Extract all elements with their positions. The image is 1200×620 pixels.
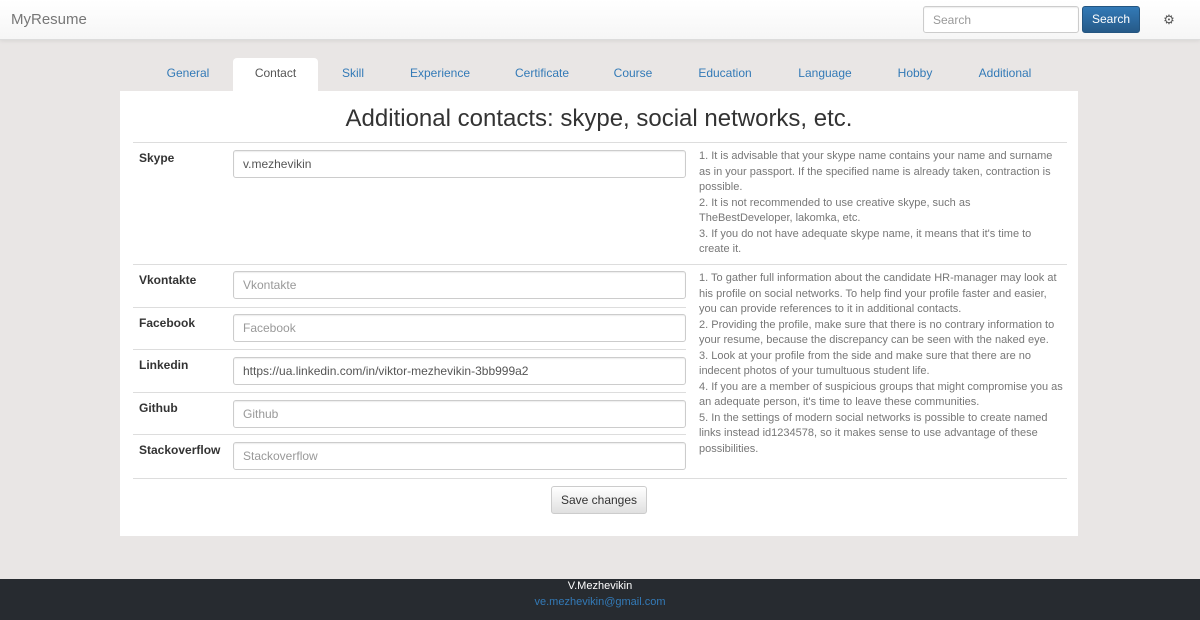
stackoverflow-label: Stackoverflow — [139, 443, 221, 457]
linkedin-field[interactable] — [233, 357, 686, 385]
tab-certificate[interactable]: Certificate — [497, 58, 587, 91]
vkontakte-field[interactable] — [233, 271, 686, 299]
divider — [133, 434, 686, 435]
gear-icon[interactable]: ⚙ — [1160, 11, 1178, 29]
save-changes-button[interactable]: Save changes — [551, 486, 647, 514]
skype-label: Skype — [139, 151, 175, 165]
search-button[interactable]: Search — [1082, 6, 1140, 33]
tab-additional[interactable]: Additional — [960, 58, 1050, 91]
tab-experience[interactable]: Experience — [395, 58, 485, 91]
divider — [133, 264, 1067, 265]
footer: V.Mezhevikin ve.mezhevikin@gmail.com — [0, 579, 1200, 620]
facebook-field[interactable] — [233, 314, 686, 342]
tab-language[interactable]: Language — [780, 58, 870, 91]
github-label: Github — [139, 401, 178, 415]
search-input[interactable] — [923, 6, 1079, 33]
contact-form-panel: Additional contacts: skype, social netwo… — [120, 91, 1078, 536]
footer-author-name: V.Mezhevikin — [567, 580, 633, 592]
tab-skill[interactable]: Skill — [323, 58, 383, 91]
divider — [133, 307, 686, 308]
skype-field[interactable] — [233, 150, 686, 178]
navbar: MyResume Search ⚙ — [0, 0, 1200, 40]
facebook-label: Facebook — [139, 316, 196, 330]
linkedin-label: Linkedin — [139, 358, 189, 372]
tab-bar: General Contact Skill Experience Certifi… — [120, 58, 1078, 91]
github-field[interactable] — [233, 400, 686, 428]
page-title: Additional contacts: skype, social netwo… — [345, 105, 853, 132]
footer-email-link[interactable]: ve.mezhevikin@gmail.com — [0, 596, 1200, 608]
vkontakte-label: Vkontakte — [139, 273, 197, 287]
divider — [133, 478, 1067, 479]
tab-course[interactable]: Course — [598, 58, 668, 91]
tab-general[interactable]: General — [148, 58, 228, 91]
tab-contact[interactable]: Contact — [233, 58, 318, 91]
social-help-text: 1. To gather full information about the … — [699, 272, 1063, 455]
tab-education[interactable]: Education — [680, 58, 770, 91]
divider — [133, 392, 686, 393]
divider — [133, 349, 686, 350]
brand-logo[interactable]: MyResume — [11, 11, 87, 28]
stackoverflow-field[interactable] — [233, 442, 686, 470]
skype-help-text: 1. It is advisable that your skype name … — [699, 150, 1053, 255]
tab-hobby[interactable]: Hobby — [880, 58, 950, 91]
divider — [133, 142, 1067, 143]
